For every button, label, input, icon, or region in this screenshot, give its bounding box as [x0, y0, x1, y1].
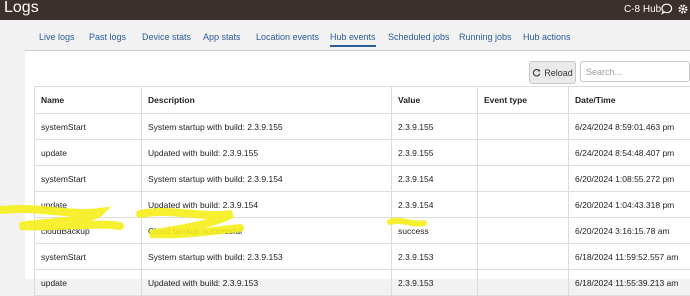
table-row: update Updated with build: 2.3.9.153 2.3…: [35, 270, 690, 296]
cell-date-time: 6/24/2024 8:59:01.463 pm: [569, 114, 690, 140]
chat-icon[interactable]: [661, 2, 673, 20]
cell-value: 2.3.9.155: [392, 140, 478, 166]
column-header-description[interactable]: Description: [142, 87, 392, 114]
cell-date-time: 6/20/2024 1:04:43.318 pm: [569, 192, 690, 218]
cell-value: 2.3.9.153: [392, 244, 478, 270]
tab-bar: Live logs Past logs Device stats App sta…: [25, 29, 690, 51]
cell-value: 2.3.9.154: [392, 166, 478, 192]
cell-name: systemStart: [35, 166, 142, 192]
cell-event-type: [478, 270, 569, 296]
gear-icon[interactable]: [677, 2, 689, 20]
cell-name: update: [35, 270, 142, 296]
column-header-value[interactable]: Value: [392, 87, 478, 114]
cell-value: 2.3.9.155: [392, 114, 478, 140]
table-row: update Updated with build: 2.3.9.154 2.3…: [35, 192, 690, 218]
cell-name: systemStart: [35, 114, 142, 140]
reload-label: Reload: [544, 68, 573, 78]
table-row: systemStart System startup with build: 2…: [35, 244, 690, 270]
reload-button[interactable]: Reload: [529, 61, 576, 84]
cell-date-time: 6/20/2024 1:08:55.272 pm: [569, 166, 690, 192]
app-header: Logs C-8 Hub: [0, 0, 690, 20]
cell-description: Updated with build: 2.3.9.154: [142, 192, 392, 218]
cell-event-type: [478, 140, 569, 166]
hub-name: C-8 Hub: [624, 4, 661, 15]
cell-description: System startup with build: 2.3.9.155: [142, 114, 392, 140]
tab-hub-actions[interactable]: Hub actions: [523, 32, 571, 42]
table-row: systemStart System startup with build: 2…: [35, 114, 690, 140]
column-header-name[interactable]: Name: [35, 87, 142, 114]
tab-device-stats[interactable]: Device stats: [142, 32, 191, 42]
column-header-event-type[interactable]: Event type: [478, 87, 569, 114]
cell-event-type: [478, 114, 569, 140]
table-row: systemStart System startup with build: 2…: [35, 166, 690, 192]
hub-events-table: Name Description Value Event type Date/T…: [34, 86, 690, 296]
tab-app-stats[interactable]: App stats: [203, 32, 241, 42]
cell-description: Updated with build: 2.3.9.155: [142, 140, 392, 166]
table-header-row: Name Description Value Event type Date/T…: [35, 87, 690, 114]
cell-event-type: [478, 244, 569, 270]
cell-name: cloudBackup: [35, 218, 142, 244]
cell-event-type: [478, 192, 569, 218]
table-row: update Updated with build: 2.3.9.155 2.3…: [35, 140, 690, 166]
tab-location-events[interactable]: Location events: [256, 32, 319, 42]
page-title: Logs: [4, 0, 39, 17]
cell-event-type: [478, 218, 569, 244]
cell-date-time: 6/18/2024 11:59:52.557 am: [569, 244, 690, 270]
cell-description: Updated with build: 2.3.9.153: [142, 270, 392, 296]
cell-name: update: [35, 192, 142, 218]
tab-hub-events[interactable]: Hub events: [330, 32, 376, 47]
cell-description: System startup with build: 2.3.9.154: [142, 166, 392, 192]
cell-value: success: [392, 218, 478, 244]
cell-value: 2.3.9.154: [392, 192, 478, 218]
refresh-icon: [532, 68, 541, 77]
cell-date-time: 6/20/2024 3:16:15.78 am: [569, 218, 690, 244]
cell-description: Cloud backup successful: [142, 218, 392, 244]
cell-date-time: 6/18/2024 11:55:39.213 am: [569, 270, 690, 296]
table-row: cloudBackup Cloud backup successful succ…: [35, 218, 690, 244]
cell-event-type: [478, 166, 569, 192]
cell-description: System startup with build: 2.3.9.153: [142, 244, 392, 270]
cell-value: 2.3.9.153: [392, 270, 478, 296]
hub-events-panel: Reload Name Description Value Event type…: [25, 51, 690, 279]
cell-date-time: 6/24/2024 8:54:48.407 pm: [569, 140, 690, 166]
search-input[interactable]: [580, 61, 690, 82]
tab-scheduled-jobs[interactable]: Scheduled jobs: [388, 32, 450, 42]
cell-name: update: [35, 140, 142, 166]
tab-live-logs[interactable]: Live logs: [39, 32, 75, 42]
column-header-date-time[interactable]: Date/Time: [569, 87, 690, 114]
cell-name: systemStart: [35, 244, 142, 270]
tab-running-jobs[interactable]: Running jobs: [459, 32, 512, 42]
tab-past-logs[interactable]: Past logs: [89, 32, 126, 42]
